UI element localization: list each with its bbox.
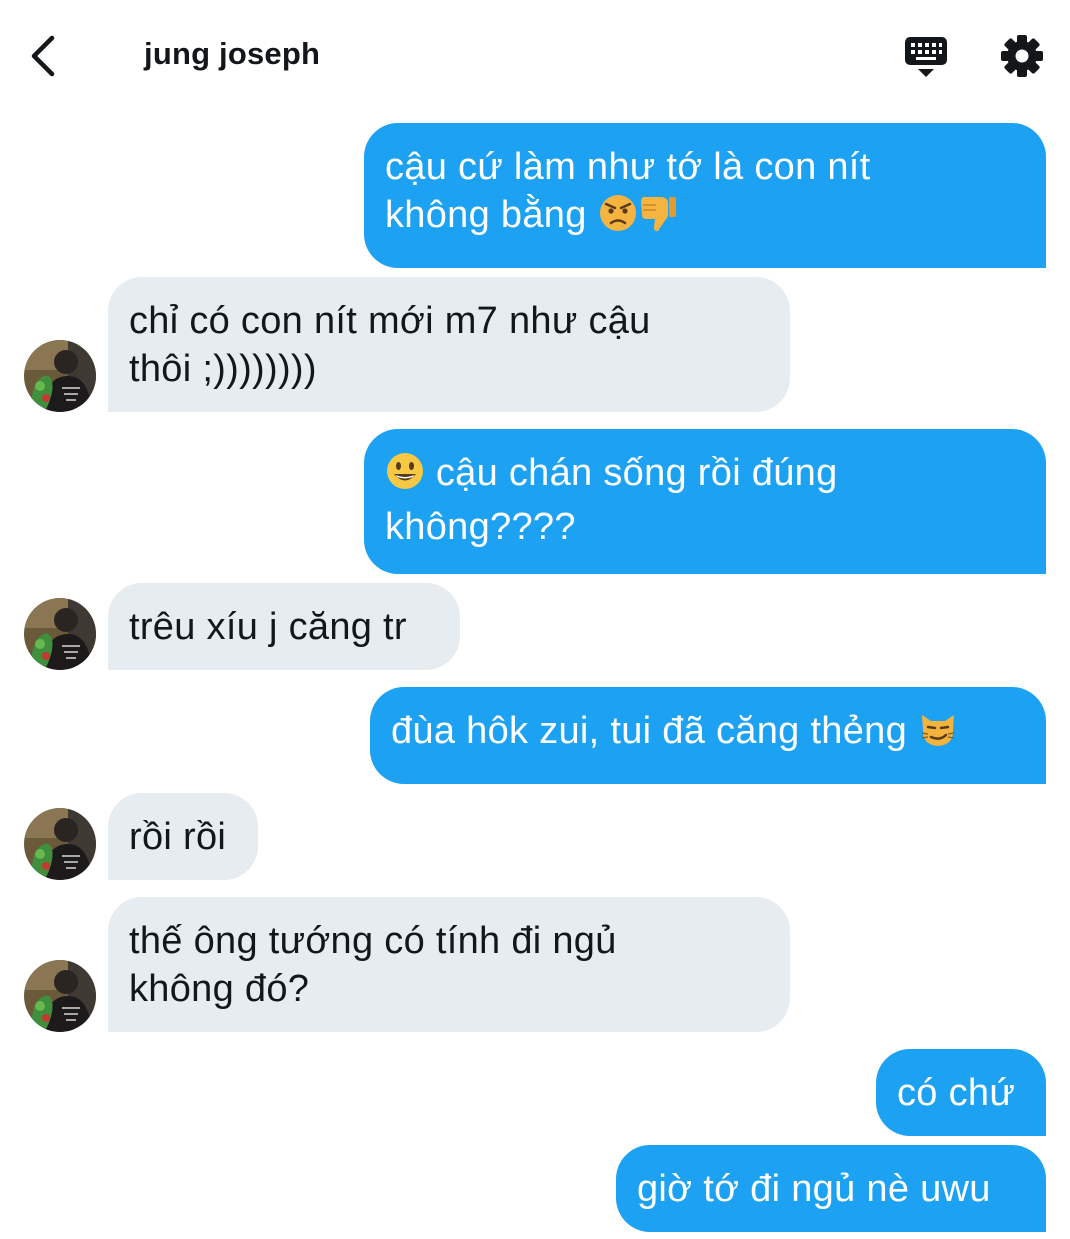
- message-bubble-incoming[interactable]: trêu xíu j căng tr: [108, 583, 460, 670]
- message-text: chỉ có con nít mới m7 như cậu: [129, 300, 651, 342]
- message-text: thế ông tướng có tính đi ngủ: [129, 920, 617, 962]
- message-text-line: không bằng: [385, 191, 1024, 245]
- angry-face-icon: [598, 193, 638, 245]
- message-bubble-outgoing[interactable]: giờ tớ đi ngủ nè uwu: [616, 1145, 1046, 1232]
- message-text: có chứ: [897, 1072, 1016, 1114]
- conversation-title[interactable]: jung joseph: [144, 36, 320, 72]
- keyboard-icon: [905, 37, 947, 77]
- message-text: cậu cứ làm như tớ là con nít: [385, 146, 871, 188]
- message-text: thôi ;)))))))): [129, 348, 317, 390]
- message-bubble-incoming[interactable]: rồi rồi: [108, 793, 258, 880]
- message-text-line: đùa hôk zui, tui đã căng thẻng: [391, 707, 1024, 761]
- message-bubble-outgoing[interactable]: cậu chán sống rồi đúng không????: [364, 429, 1046, 574]
- avatar[interactable]: [24, 598, 96, 670]
- message-text: không đó?: [129, 968, 310, 1010]
- smirking-cat-icon: [918, 709, 958, 761]
- message-text: rồi rồi: [129, 816, 227, 858]
- avatar[interactable]: [24, 340, 96, 412]
- message-text: không????: [385, 506, 576, 548]
- gear-icon: [1001, 35, 1043, 77]
- message-bubble-outgoing[interactable]: có chứ: [876, 1049, 1046, 1136]
- settings-button[interactable]: [998, 32, 1046, 80]
- thumbs-down-icon: [638, 193, 678, 245]
- avatar[interactable]: [24, 808, 96, 880]
- message-text: trêu xíu j căng tr: [129, 606, 407, 648]
- message-text: giờ tớ đi ngủ nè uwu: [637, 1168, 991, 1210]
- conversation-header: jung joseph: [0, 0, 1070, 110]
- message-text-line: cậu chán sống rồi đúng: [385, 449, 1024, 503]
- message-bubble-incoming[interactable]: thế ông tướng có tính đi ngủ không đó?: [108, 897, 790, 1032]
- back-button[interactable]: [22, 30, 66, 82]
- keyboard-button[interactable]: [902, 34, 950, 80]
- message-bubble-outgoing[interactable]: cậu cứ làm như tớ là con nít không bằng: [364, 123, 1046, 268]
- message-bubble-incoming[interactable]: chỉ có con nít mới m7 như cậu thôi ;))))…: [108, 277, 790, 412]
- avatar[interactable]: [24, 960, 96, 1032]
- grinning-face-icon: [385, 451, 425, 503]
- back-chevron-icon: [31, 35, 55, 77]
- message-bubble-outgoing[interactable]: đùa hôk zui, tui đã căng thẻng: [370, 687, 1046, 784]
